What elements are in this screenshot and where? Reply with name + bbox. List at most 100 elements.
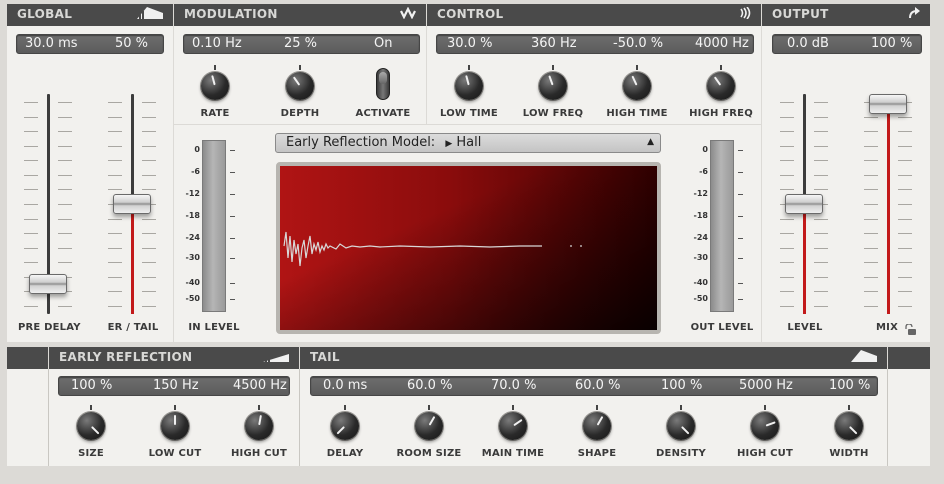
output-arrow-icon[interactable] — [908, 7, 920, 23]
global-value-display: 30.0 ms 50 % — [16, 34, 164, 54]
mix-tick — [898, 276, 912, 278]
er-tail-tick — [142, 233, 156, 235]
level-tick — [780, 116, 794, 118]
high-time-value[interactable]: -50.0 % — [613, 36, 663, 51]
ctrl-low-time-indicator — [465, 75, 470, 86]
er-tail-value[interactable]: 50 % — [115, 36, 148, 51]
er-low-cut-label: LOW CUT — [148, 448, 202, 459]
level-tick — [780, 174, 794, 176]
er-tail-fader-handle[interactable] — [113, 194, 151, 214]
mod-rate-label: RATE — [200, 108, 230, 119]
level-value[interactable]: 0.0 dB — [787, 36, 829, 51]
ctrl-low-time-knob[interactable] — [455, 72, 483, 100]
global-title: GLOBAL — [17, 7, 73, 21]
activate-value[interactable]: On — [374, 36, 392, 51]
bottom-header-strip-left — [7, 347, 48, 369]
mix-tick — [864, 189, 878, 191]
er-size-label: SIZE — [78, 448, 104, 459]
low-freq-value[interactable]: 360 Hz — [531, 36, 577, 51]
tail-delay-value[interactable]: 0.0 ms — [323, 378, 367, 393]
main-time-value[interactable]: 70.0 % — [491, 378, 536, 393]
room-size-value[interactable]: 60.0 % — [407, 378, 452, 393]
pre-delay-fader-handle[interactable] — [29, 274, 67, 294]
er-high-cut-knob[interactable] — [245, 412, 273, 440]
level-tick — [814, 145, 828, 147]
out-level-scale-label: -40 — [693, 278, 708, 287]
mix-fader-handle[interactable] — [869, 94, 907, 114]
tail-main-time-knob[interactable] — [499, 412, 527, 440]
tail-density-label: DENSITY — [656, 448, 706, 459]
mix-tick — [864, 306, 878, 307]
level-tick — [780, 145, 794, 147]
low-time-value[interactable]: 30.0 % — [447, 36, 492, 51]
shape-value[interactable]: 60.0 % — [575, 378, 620, 393]
ctrl-high-time-knob[interactable] — [623, 72, 651, 100]
mix-level-fill — [887, 104, 890, 314]
preset-ramp-icon[interactable] — [137, 7, 163, 23]
mod-rate-tick — [214, 65, 216, 70]
tail-delay-knob[interactable] — [331, 412, 359, 440]
in-level-scale-tick — [230, 172, 235, 173]
er-low-cut-value[interactable]: 150 Hz — [153, 378, 199, 393]
tail-shape-knob[interactable] — [583, 412, 611, 440]
level-tick — [780, 218, 794, 220]
sound-waves-icon[interactable] — [739, 6, 751, 23]
tail-shape-tick — [596, 405, 598, 410]
ctrl-low-time-label: LOW TIME — [440, 108, 498, 119]
tail-density-knob[interactable] — [667, 412, 695, 440]
tail-title: TAIL — [310, 350, 340, 364]
tail-high-cut-label: HIGH CUT — [736, 448, 794, 459]
level-tick — [814, 247, 828, 249]
early-reflection-value-display: 100 % 150 Hz 4500 Hz — [58, 376, 290, 396]
density-value[interactable]: 100 % — [661, 378, 702, 393]
mix-tick — [898, 116, 912, 118]
in-level-scale-label: -40 — [185, 278, 200, 287]
activate-toggle[interactable] — [376, 68, 390, 100]
ctrl-high-freq-label: HIGH FREQ — [689, 108, 753, 119]
ctrl-high-freq-knob[interactable] — [707, 72, 735, 100]
tail-width-knob[interactable] — [835, 412, 863, 440]
pre-delay-value[interactable]: 30.0 ms — [25, 36, 78, 51]
er-ramp-icon[interactable] — [263, 350, 289, 366]
out-level-scale-label: -6 — [699, 167, 708, 176]
in-level-scale-tick — [230, 283, 235, 284]
width-value[interactable]: 100 % — [829, 378, 870, 393]
modulation-header: MODULATION — [174, 4, 426, 26]
er-size-knob[interactable] — [77, 412, 105, 440]
level-fader-handle[interactable] — [785, 194, 823, 214]
mix-lock-icon[interactable] — [904, 320, 916, 339]
size-value[interactable]: 100 % — [71, 378, 112, 393]
er-high-cut-value[interactable]: 4500 Hz — [233, 378, 287, 393]
in-level-scale-tick — [230, 238, 235, 239]
depth-value[interactable]: 25 % — [284, 36, 317, 51]
pre-delay-tick — [24, 306, 38, 307]
level-tick — [780, 291, 794, 293]
out-level-scale-label: -18 — [693, 211, 708, 220]
tail-ramp-icon[interactable] — [851, 350, 877, 366]
pre-delay-tick — [58, 247, 72, 249]
out-level-scale-label: 0 — [702, 145, 708, 154]
tail-room-size-tick — [428, 405, 430, 410]
pre-delay-tick — [58, 174, 72, 176]
model-value: Hall — [456, 135, 482, 150]
modulation-wave-icon[interactable] — [400, 6, 416, 23]
mod-depth-knob[interactable] — [286, 72, 314, 100]
rate-value[interactable]: 0.10 Hz — [192, 36, 242, 51]
level-tick — [780, 306, 794, 307]
tail-high-cut-value[interactable]: 5000 Hz — [739, 378, 793, 393]
level-tick — [780, 262, 794, 264]
mix-value[interactable]: 100 % — [871, 36, 912, 51]
er-low-cut-knob[interactable] — [161, 412, 189, 440]
high-freq-value[interactable]: 4000 Hz — [695, 36, 749, 51]
tail-room-size-knob[interactable] — [415, 412, 443, 440]
early-reflection-model-dropdown[interactable]: Early Reflection Model: ▶ Hall ▲ — [275, 133, 661, 153]
mod-rate-knob[interactable] — [201, 72, 229, 100]
out-level-scale-tick — [738, 238, 743, 239]
tail-high-cut-knob[interactable] — [751, 412, 779, 440]
ctrl-low-freq-knob[interactable] — [539, 72, 567, 100]
er-tail-tick — [142, 218, 156, 220]
pre-delay-tick — [58, 145, 72, 147]
in-level-scale-label: -18 — [185, 211, 200, 220]
tail-delay-label: DELAY — [326, 448, 364, 459]
er-low-cut-tick — [174, 405, 176, 410]
